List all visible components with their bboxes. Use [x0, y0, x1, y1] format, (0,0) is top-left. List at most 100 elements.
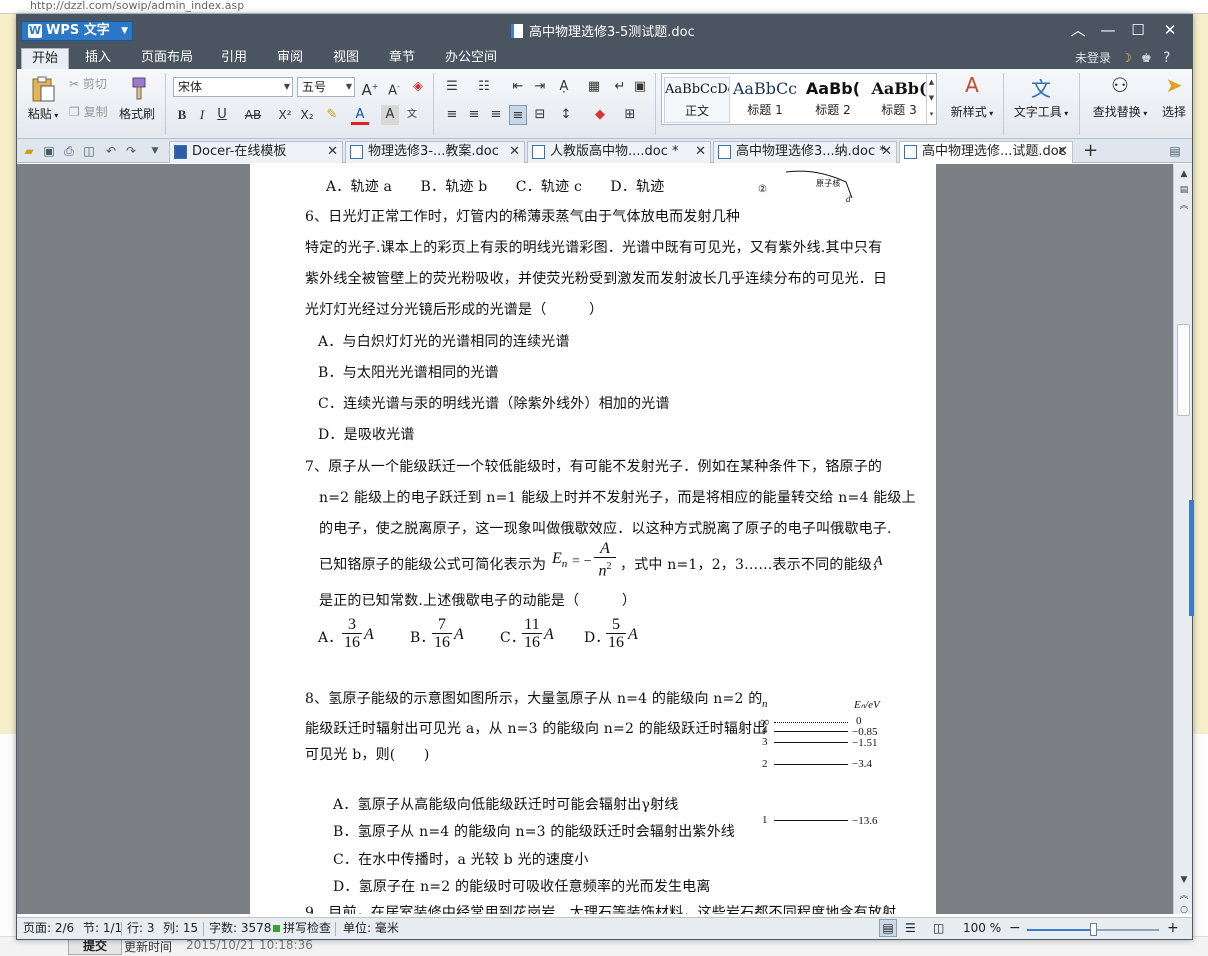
zoom-in-button[interactable]: + [1167, 918, 1179, 938]
bold-button[interactable]: B [173, 105, 191, 125]
previous-page-icon[interactable]: ︽ [1178, 890, 1190, 902]
page-view-icon[interactable]: ▤ [879, 919, 897, 937]
login-status[interactable]: 未登录 [1075, 48, 1111, 68]
side-panel-toggle[interactable] [1189, 500, 1194, 616]
status-page[interactable]: 页面: 2/6 [23, 918, 74, 938]
outline-view-icon[interactable]: ☰ [905, 918, 916, 938]
menu-page-layout[interactable]: 页面布局 [131, 48, 203, 69]
paste-button[interactable]: 粘贴 ▾ [25, 75, 61, 122]
style-normal[interactable]: AaBbCcDd 正文 [664, 77, 730, 123]
scroll-thumb[interactable] [1177, 324, 1190, 416]
underline-button[interactable]: U [213, 105, 231, 125]
shrink-font-button[interactable]: A- [385, 77, 403, 98]
paragraph-mark-icon[interactable]: ↵ [611, 77, 629, 97]
save-icon[interactable]: ▣ [41, 143, 57, 159]
borders-icon[interactable]: ⊞ [621, 105, 639, 125]
style-heading-1[interactable]: AaBbCc 标题 1 [732, 77, 798, 123]
align-center-icon[interactable]: ≡ [465, 105, 483, 125]
char-shading-icon[interactable]: A [381, 105, 399, 125]
zoom-slider[interactable] [1027, 923, 1159, 936]
phonetic-guide-icon[interactable]: 文 [403, 105, 421, 125]
menu-insert[interactable]: 插入 [75, 48, 121, 69]
web-view-icon[interactable]: ◫ [933, 918, 944, 938]
chevron-up-icon[interactable]: ︽ [1178, 200, 1190, 212]
menu-chapter[interactable]: 章节 [379, 48, 425, 69]
superscript-button[interactable]: X² [275, 105, 295, 125]
show-hide-icon[interactable]: ▣ [631, 77, 649, 97]
new-tab-button[interactable]: + [1083, 141, 1098, 161]
select-button[interactable]: ➤ 选择 [1157, 73, 1191, 120]
tab-doc-2[interactable]: 人教版高中物....doc * ✕ [527, 141, 711, 163]
navigation-pane-icon[interactable]: ▤ [1178, 184, 1190, 196]
tab-doc-active[interactable]: 高中物理选修...试题.doc ✕ [899, 141, 1073, 163]
new-style-button[interactable]: A 新样式 ▾ [945, 73, 999, 120]
format-painter-button[interactable]: 格式刷 [117, 75, 157, 122]
maximize-button[interactable]: ☐ [1125, 19, 1151, 41]
clear-format-icon[interactable]: ◈ [409, 77, 427, 97]
open-folder-icon[interactable]: ▰ [21, 143, 37, 159]
status-spell-check[interactable]: 拼写检查 [273, 918, 331, 938]
help-button[interactable]: ? [1163, 48, 1170, 68]
redo-icon[interactable]: ↷ [123, 143, 139, 159]
text-tools-button[interactable]: 文 文字工具 ▾ [1009, 73, 1073, 120]
table-icon[interactable]: ▦ [585, 77, 603, 97]
menu-office-space[interactable]: 办公空间 [435, 48, 507, 69]
justify-icon[interactable]: ≡ [509, 105, 527, 125]
minimize-button[interactable]: — [1095, 19, 1121, 41]
highlight-icon[interactable]: ✎ [323, 105, 341, 125]
status-unit[interactable]: 单位: 毫米 [343, 918, 399, 938]
align-left-icon[interactable]: ≡ [443, 105, 461, 125]
style-heading-2[interactable]: AaBb(标题 2 [800, 77, 866, 123]
submit-button[interactable]: 提交 [68, 938, 122, 955]
print-preview-icon[interactable]: ◫ [81, 143, 97, 159]
increase-indent-icon[interactable]: ⇥ [531, 77, 549, 97]
font-color-icon[interactable]: A [351, 105, 369, 125]
status-word-count[interactable]: 字数: 3578 [209, 918, 271, 938]
close-icon[interactable]: ✕ [695, 142, 706, 162]
grow-font-button[interactable]: A+ [361, 77, 379, 99]
document-page[interactable]: A．轨迹 a B．轨迹 b C．轨迹 c D．轨迹 ② 原子核 d 6、日光灯正… [250, 164, 936, 914]
style-gallery-scroll[interactable]: ▲ ▼ ▾ [926, 74, 936, 124]
close-icon[interactable]: ✕ [509, 142, 520, 162]
line-spacing-icon[interactable]: ↕ [557, 105, 575, 125]
shirt-icon[interactable]: ♚ [1141, 48, 1152, 68]
copy-button[interactable]: ❐ 复制 [69, 103, 108, 120]
tab-list-icon[interactable]: ▤ [1167, 143, 1183, 159]
text-direction-icon[interactable]: Ạ [555, 77, 573, 97]
shading-icon[interactable]: ◆ [591, 105, 609, 125]
close-icon[interactable]: ✕ [327, 142, 338, 162]
cut-button[interactable]: ✂ 剪切 [69, 75, 107, 92]
app-menu-button[interactable]: W WPS 文字 ▼ [21, 21, 133, 41]
numbering-icon[interactable]: ☷ [475, 77, 493, 97]
select-browse-icon[interactable]: ○ [1178, 904, 1190, 916]
menu-view[interactable]: 视图 [323, 48, 369, 69]
customize-toolbar-icon[interactable]: ▼ [147, 143, 163, 159]
tab-doc-3[interactable]: 高中物理选修3...纳.doc * ✕ [713, 141, 897, 163]
close-icon[interactable]: ✕ [881, 142, 892, 162]
zoom-slider-knob[interactable] [1090, 923, 1097, 936]
collapse-ribbon-button[interactable]: ︿ [1065, 19, 1091, 41]
align-right-icon[interactable]: ≡ [487, 105, 505, 125]
italic-button[interactable]: I [193, 105, 211, 125]
print-icon[interactable]: ⎙ [61, 143, 77, 159]
font-name-select[interactable]: 宋体 ▼ [173, 77, 293, 97]
menu-home[interactable]: 开始 [21, 48, 70, 69]
zoom-out-button[interactable]: − [1009, 918, 1021, 938]
menu-review[interactable]: 审阅 [267, 48, 313, 69]
decrease-indent-icon[interactable]: ⇤ [509, 77, 527, 97]
zoom-value[interactable]: 100 % [963, 918, 1001, 938]
scroll-down-icon[interactable]: ▼ [1178, 874, 1190, 886]
style-heading-3[interactable]: AaBb(标题 3 [866, 77, 932, 123]
close-button[interactable]: ✕ [1157, 19, 1183, 41]
tab-docer[interactable]: Docer-在线模板 ✕ [169, 141, 343, 163]
skin-icon[interactable]: ☽ [1121, 48, 1132, 68]
tab-doc-1[interactable]: 物理选修3-...教案.doc ✕ [345, 141, 525, 163]
bullets-icon[interactable]: ☰ [443, 77, 461, 97]
find-replace-button[interactable]: ⚇ 查找替换 ▾ [1087, 73, 1153, 120]
scroll-up-icon[interactable]: ▲ [1178, 168, 1190, 180]
subscript-button[interactable]: X₂ [297, 105, 317, 125]
close-icon[interactable]: ✕ [1057, 142, 1068, 162]
undo-icon[interactable]: ↶ [103, 143, 119, 159]
font-size-select[interactable]: 五号 ▼ [297, 77, 355, 97]
strikethrough-button[interactable]: AB [241, 105, 265, 125]
